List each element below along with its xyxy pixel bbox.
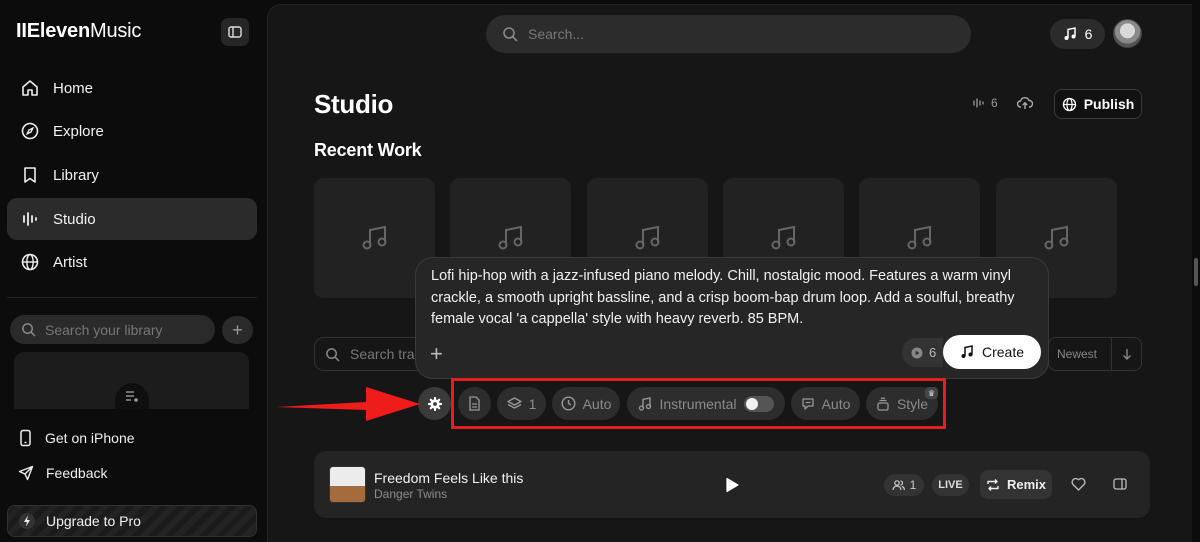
remix-icon bbox=[987, 478, 999, 491]
music-note-icon bbox=[635, 225, 659, 250]
publish-label: Publish bbox=[1083, 96, 1135, 112]
play-icon[interactable] bbox=[725, 477, 739, 493]
upgrade-to-pro-button[interactable]: Upgrade to Pro bbox=[7, 505, 257, 537]
page-title: Studio bbox=[314, 89, 394, 119]
music-note-icon bbox=[498, 225, 522, 250]
add-to-library-button[interactable]: + bbox=[222, 316, 253, 344]
music-note-icon bbox=[771, 225, 795, 250]
playlist-icon bbox=[115, 383, 149, 409]
upgrade-label: Upgrade to Pro bbox=[46, 513, 141, 529]
track-title[interactable]: Freedom Feels Like this bbox=[374, 470, 523, 486]
sort-label: Newest bbox=[1057, 347, 1098, 361]
sidebar-item-library[interactable]: Library bbox=[7, 154, 257, 196]
prompt-textarea[interactable]: Lofi hip-hop with a jazz-infused piano m… bbox=[431, 266, 1036, 331]
compass-icon bbox=[21, 122, 39, 140]
search-icon bbox=[503, 27, 518, 42]
remix-button[interactable]: Remix bbox=[980, 470, 1052, 499]
play-circle-icon bbox=[911, 347, 923, 358]
publish-button[interactable]: Publish bbox=[1054, 89, 1142, 119]
collapse-sidebar-button[interactable] bbox=[221, 18, 249, 46]
sidebar-divider bbox=[7, 297, 257, 298]
track-artist[interactable]: Danger Twins bbox=[374, 487, 447, 501]
arrow-down-icon[interactable] bbox=[1112, 348, 1141, 360]
tracks-stat: 6 bbox=[972, 96, 998, 110]
highlight-frame bbox=[451, 378, 946, 429]
library-item-card[interactable] bbox=[14, 352, 249, 409]
feedback-label: Feedback bbox=[46, 465, 108, 481]
search-icon bbox=[326, 347, 340, 361]
search-placeholder: Search... bbox=[528, 26, 585, 42]
studio-icon bbox=[23, 212, 37, 226]
sidebar: IIElevenMusic Home Explore Library Studi… bbox=[0, 0, 268, 542]
listeners-badge: 1 bbox=[884, 474, 924, 496]
feedback-link[interactable]: Feedback bbox=[18, 465, 107, 481]
create-label: Create bbox=[981, 344, 1025, 360]
globe-icon bbox=[1062, 97, 1076, 111]
get-on-iphone-label: Get on iPhone bbox=[45, 430, 135, 446]
plus-icon: + bbox=[430, 341, 443, 366]
live-badge: LIVE bbox=[932, 474, 969, 496]
sidebar-toggle-icon bbox=[228, 26, 242, 38]
credits-count: 6 bbox=[1084, 26, 1093, 42]
heart-icon[interactable] bbox=[1071, 477, 1086, 491]
listeners-count: 1 bbox=[909, 478, 917, 492]
add-attachment-button[interactable]: + bbox=[430, 341, 443, 367]
more-panel-icon[interactable] bbox=[1113, 478, 1127, 490]
sort-dropdown[interactable]: Newest bbox=[1048, 337, 1142, 371]
phone-icon bbox=[20, 429, 31, 447]
global-search-input[interactable]: Search... bbox=[486, 15, 971, 53]
create-button[interactable]: Create bbox=[943, 335, 1041, 369]
library-search-placeholder: Search your library bbox=[45, 321, 163, 338]
pointer-arrow-icon bbox=[276, 387, 420, 421]
sidebar-item-label: Library bbox=[53, 166, 99, 184]
sidebar-item-label: Explore bbox=[53, 122, 104, 140]
tracks-stat-count: 6 bbox=[991, 96, 998, 110]
track-cover-image[interactable] bbox=[329, 466, 366, 503]
sidebar-item-artist[interactable]: Artist bbox=[7, 241, 257, 283]
bookmark-icon bbox=[24, 167, 36, 183]
library-search-input[interactable]: Search your library bbox=[10, 315, 215, 344]
generation-cost-value: 6 bbox=[929, 345, 937, 360]
app-logo[interactable]: IIElevenMusic bbox=[16, 20, 141, 43]
tracks-search-placeholder: Search tra bbox=[350, 346, 415, 362]
settings-button[interactable] bbox=[418, 387, 451, 420]
get-on-iphone-link[interactable]: Get on iPhone bbox=[18, 429, 135, 447]
plus-icon: + bbox=[232, 319, 243, 340]
bolt-icon bbox=[19, 513, 35, 529]
sidebar-item-studio[interactable]: Studio bbox=[7, 198, 257, 240]
music-note-icon bbox=[907, 225, 931, 250]
recent-work-heading: Recent Work bbox=[314, 140, 422, 160]
sidebar-item-label: Studio bbox=[53, 210, 96, 228]
send-icon bbox=[18, 465, 34, 481]
sidebar-item-label: Artist bbox=[53, 253, 88, 271]
music-note-icon bbox=[1064, 27, 1076, 40]
remix-label: Remix bbox=[1006, 477, 1047, 492]
sidebar-item-home[interactable]: Home bbox=[7, 67, 257, 109]
home-icon bbox=[22, 80, 38, 96]
music-note-icon bbox=[1044, 225, 1068, 250]
avatar[interactable] bbox=[1113, 19, 1142, 48]
sidebar-item-label: Home bbox=[53, 79, 94, 97]
globe-icon bbox=[21, 253, 39, 271]
gear-icon bbox=[427, 396, 442, 411]
users-icon bbox=[892, 480, 905, 491]
music-note-icon bbox=[961, 345, 973, 358]
search-icon bbox=[22, 323, 36, 337]
cloud-upload-icon[interactable] bbox=[1017, 96, 1033, 110]
scrollbar-thumb[interactable] bbox=[1194, 258, 1198, 286]
sidebar-item-explore[interactable]: Explore bbox=[7, 110, 257, 152]
generation-cost: 6 bbox=[902, 338, 943, 367]
music-note-icon bbox=[362, 225, 386, 250]
waveform-icon bbox=[973, 98, 984, 108]
credits-badge[interactable]: 6 bbox=[1050, 19, 1105, 49]
